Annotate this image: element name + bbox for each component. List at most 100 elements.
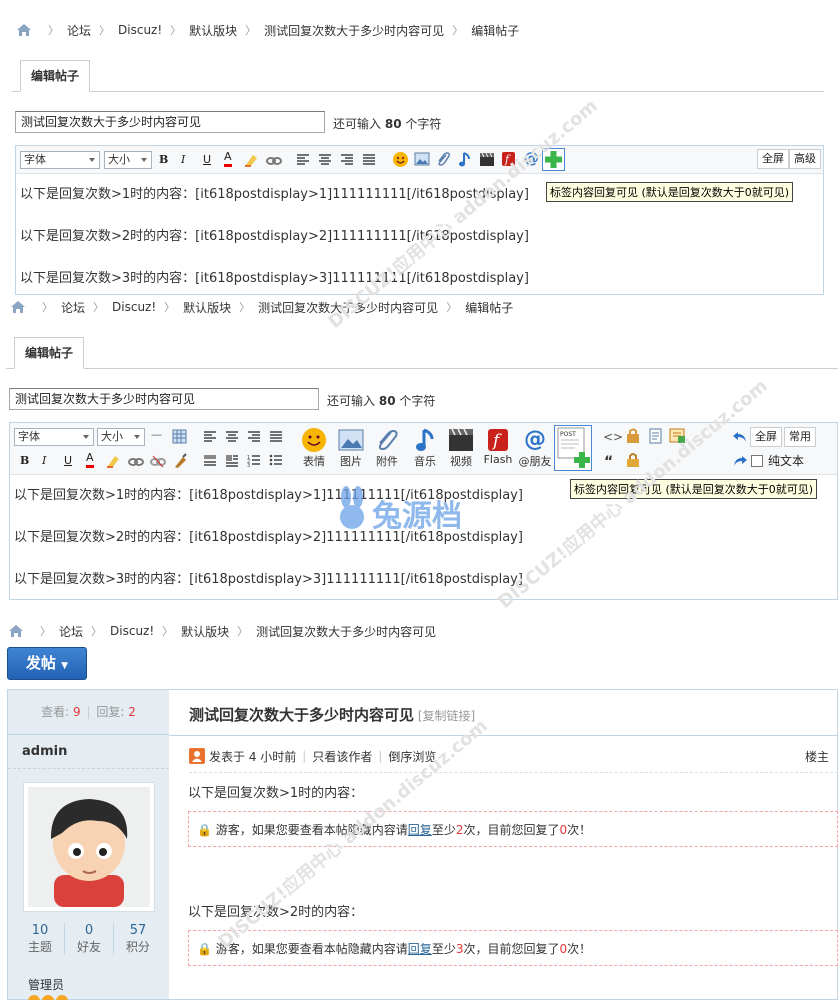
image-button[interactable]: 图片 (334, 427, 368, 469)
font-select[interactable]: 字体 (20, 151, 100, 169)
breadcrumb: 〉 论坛 〉 Discuz! 〉 默认版块 〉 测试回复次数大于多少时内容可见 … (16, 21, 519, 39)
align-left-icon[interactable] (296, 153, 310, 167)
align-center-icon[interactable] (225, 430, 239, 444)
breadcrumb-forum[interactable]: 论坛 (59, 623, 83, 640)
subject-input[interactable]: 测试回复次数大于多少时内容可见 (9, 388, 319, 410)
quote-icon[interactable]: “ (604, 454, 613, 470)
underline-button[interactable]: U (64, 453, 72, 469)
breadcrumb-forum[interactable]: 论坛 (67, 22, 91, 39)
justify-icon[interactable] (362, 153, 376, 167)
paragraph-icon[interactable] (203, 454, 217, 468)
unordered-list-icon[interactable] (269, 454, 283, 468)
tab-edit-post[interactable]: 编辑帖子 (14, 337, 85, 369)
bold-button[interactable]: B (159, 152, 168, 168)
post-time: 发表于 4 小时前 (209, 749, 297, 764)
align-center-icon[interactable] (318, 153, 332, 167)
bold-button[interactable]: B (20, 453, 29, 469)
rabbit-logo-icon (340, 486, 364, 529)
underline-button[interactable]: U (203, 152, 211, 168)
fullscreen-button[interactable]: 全屏 (757, 149, 789, 169)
hide-content-plugin-icon[interactable]: POST (554, 425, 592, 471)
copy-link[interactable]: [复制链接] (418, 709, 475, 723)
code-icon[interactable]: <> (603, 429, 623, 445)
clear-format-icon[interactable] (172, 453, 188, 469)
reply-link[interactable]: 回复 (408, 942, 432, 956)
user-group[interactable]: 管理员 (28, 976, 64, 993)
link-icon[interactable] (128, 453, 144, 469)
breadcrumb-thread[interactable]: 测试回复次数大于多少时内容可见 (264, 22, 444, 39)
italic-button[interactable]: I (181, 152, 185, 168)
link-icon[interactable] (266, 152, 282, 168)
home-icon[interactable] (16, 23, 32, 37)
at-icon[interactable]: @ (524, 150, 539, 166)
breadcrumb-thread: 测试回复次数大于多少时内容可见 (256, 624, 437, 639)
free-icon[interactable] (625, 428, 641, 444)
size-select[interactable]: 大小 (104, 151, 152, 169)
color-button[interactable]: A (224, 150, 232, 167)
fullscreen-button[interactable]: 全屏 (750, 427, 782, 447)
align-left-icon[interactable] (203, 430, 217, 444)
only-author-link[interactable]: 只看该作者 (312, 748, 372, 765)
breadcrumb-thread[interactable]: 测试回复次数大于多少时内容可见 (258, 299, 438, 316)
hr-icon[interactable]: — (151, 427, 162, 443)
avatar[interactable] (23, 782, 155, 912)
lock-icon[interactable] (625, 452, 641, 468)
image-icon[interactable] (414, 152, 430, 167)
music-button[interactable]: 音乐 (408, 427, 442, 469)
editor-2: 字体 大小 — B I U A 123 表情 图片 附件 音乐 视频 f Fla… (9, 422, 838, 600)
ordered-list-icon[interactable]: 123 (247, 454, 261, 468)
size-select[interactable]: 大小 (97, 428, 145, 446)
font-select[interactable]: 字体 (14, 428, 94, 446)
reverse-order-link[interactable]: 倒序浏览 (388, 748, 436, 765)
breadcrumb-board[interactable]: 默认版块 (189, 22, 237, 39)
video-button[interactable]: 视频 (444, 427, 478, 469)
flash-icon[interactable]: f (501, 151, 516, 168)
breadcrumb-discuz[interactable]: Discuz! (110, 624, 154, 638)
home-icon[interactable] (10, 300, 26, 314)
breadcrumb-board[interactable]: 默认版块 (181, 623, 229, 640)
reply-link[interactable]: 回复 (408, 823, 432, 837)
plaintext-checkbox[interactable] (751, 455, 763, 467)
redo-icon[interactable] (732, 454, 748, 468)
table-icon[interactable] (172, 429, 187, 444)
video-icon[interactable] (479, 152, 495, 167)
align-right-icon[interactable] (247, 430, 261, 444)
page-icon[interactable] (647, 428, 663, 444)
dropdown-arrow-icon: ▼ (61, 661, 69, 671)
undo-icon[interactable] (732, 430, 748, 444)
home-icon[interactable] (8, 624, 24, 638)
align-right-icon[interactable] (340, 153, 354, 167)
highlight-icon[interactable] (244, 152, 260, 168)
music-icon[interactable] (458, 151, 472, 168)
justify-icon[interactable] (269, 430, 283, 444)
index-icon[interactable] (669, 428, 686, 444)
breadcrumb-forum[interactable]: 论坛 (61, 299, 85, 316)
stat-credits[interactable]: 57 积分 (114, 923, 162, 955)
italic-button[interactable]: I (42, 453, 46, 469)
breadcrumb-board[interactable]: 默认版块 (183, 299, 231, 316)
flash-button[interactable]: f Flash (481, 427, 515, 466)
hide-content-plugin-icon[interactable] (542, 148, 565, 171)
attach-button[interactable]: 附件 (370, 427, 404, 469)
flash-icon: f (488, 429, 508, 451)
tab-edit-post[interactable]: 编辑帖子 (20, 60, 91, 92)
unlink-icon[interactable] (150, 453, 166, 469)
at-button[interactable]: @ @朋友 (515, 427, 555, 469)
advanced-button[interactable]: 高级 (789, 149, 821, 169)
highlight-icon[interactable] (106, 453, 122, 469)
stat-threads[interactable]: 10 主题 (16, 923, 65, 955)
video-icon (449, 428, 473, 451)
author-name[interactable]: admin (8, 735, 169, 769)
subject-input[interactable]: 测试回复次数大于多少时内容可见 (15, 111, 325, 133)
common-button[interactable]: 常用 (784, 427, 816, 447)
breadcrumb-discuz[interactable]: Discuz! (118, 23, 162, 37)
emotion-button[interactable]: 表情 (297, 427, 331, 469)
float-icon[interactable] (225, 454, 239, 468)
new-post-button[interactable]: 发帖 ▼ (7, 647, 87, 680)
breadcrumb-discuz[interactable]: Discuz! (112, 300, 156, 314)
smiley-icon[interactable] (392, 151, 409, 168)
stat-friends[interactable]: 0 好友 (65, 923, 114, 955)
attach-icon[interactable] (436, 151, 451, 167)
color-button[interactable]: A (86, 451, 94, 468)
post-line: 以下是回复次数>1时的内容： (188, 786, 364, 801)
